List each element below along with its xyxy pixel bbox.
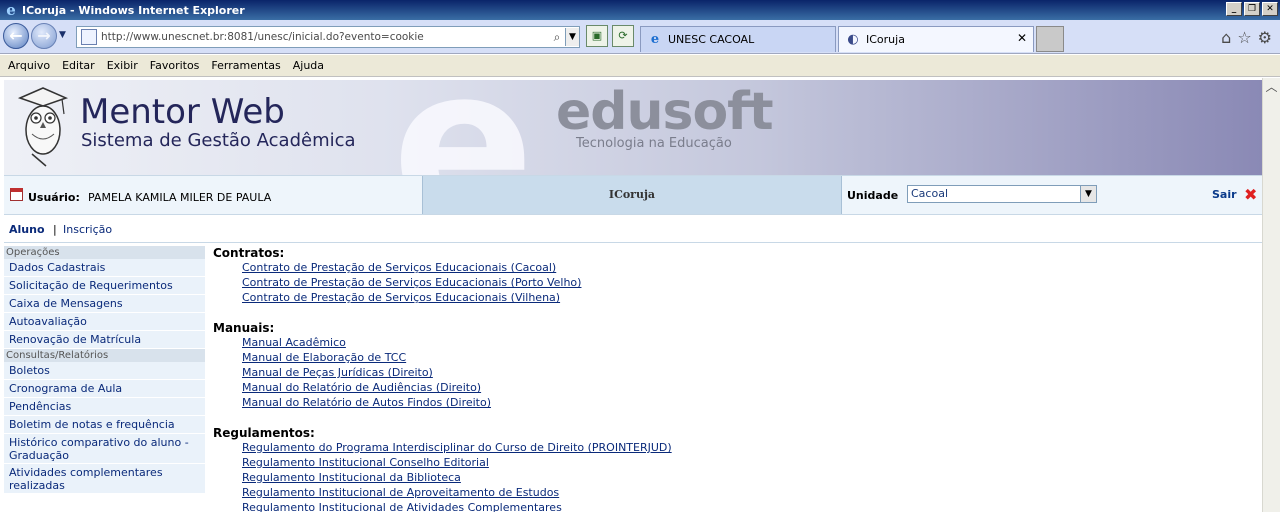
section-manuais: Manuais: Manual Acadêmico Manual de Elab… [213, 321, 1253, 410]
app-subtitle: Sistema de Gestão Acadêmica [81, 130, 356, 151]
compatibility-view-icon[interactable]: ▣ [586, 25, 608, 47]
favorites-star-icon[interactable]: ☆ [1237, 28, 1251, 47]
banner-e-graphic: e [392, 80, 534, 175]
unit-select-value: Cacoal [911, 187, 948, 200]
sidebar-item-boletim[interactable]: Boletim de notas e frequência [4, 416, 205, 434]
tools-gear-icon[interactable]: ⚙ [1258, 28, 1272, 47]
tab-icoruja[interactable]: ◐ ICoruja ✕ [838, 26, 1034, 52]
user-bar: Usuário: PAMELA KAMILA MILER DE PAULA IC… [4, 175, 1262, 215]
sidebar-item-cronograma-aula[interactable]: Cronograma de Aula [4, 380, 205, 398]
document-link[interactable]: Regulamento Institucional de Atividades … [242, 500, 1253, 512]
menu-favoritos[interactable]: Favoritos [144, 59, 206, 72]
document-link[interactable]: Contrato de Prestação de Serviços Educac… [242, 275, 1253, 290]
close-tab-icon[interactable]: ✕ [1017, 31, 1027, 45]
ie-logo-icon: e [6, 1, 16, 19]
document-link[interactable]: Contrato de Prestação de Serviços Educac… [242, 290, 1253, 305]
forward-button[interactable]: → [31, 23, 57, 49]
section-contratos: Contratos: Contrato de Prestação de Serv… [213, 246, 1253, 305]
refresh-icon[interactable]: ⟳ [612, 25, 634, 47]
document-link[interactable]: Manual do Relatório de Audiências (Direi… [242, 380, 1253, 395]
window-title: ICoruja - Windows Internet Explorer [22, 3, 245, 17]
sidebar-menu: Operações Dados Cadastrais Solicitação d… [4, 246, 205, 512]
sidebar-item-autoavaliacao[interactable]: Autoavaliação [4, 313, 205, 331]
chevron-down-icon[interactable]: ▼ [1080, 186, 1096, 202]
document-link[interactable]: Manual Acadêmico [242, 335, 1253, 350]
menu-ajuda[interactable]: Ajuda [287, 59, 330, 72]
logout-x-icon[interactable]: ✖ [1244, 185, 1257, 204]
address-bar[interactable]: http://www.unescnet.br:8081/unesc/inicia… [76, 26, 580, 48]
app-title: Mentor Web [80, 92, 285, 132]
unit-select[interactable]: Cacoal ▼ [907, 185, 1097, 203]
maximize-button[interactable]: ❐ [1244, 2, 1260, 16]
sidebar-item-historico[interactable]: Histórico comparativo do aluno - Graduaç… [4, 434, 205, 464]
tab-unesc-cacoal[interactable]: e UNESC CACOAL [640, 26, 836, 52]
back-button[interactable]: ← [3, 23, 29, 49]
system-name-cell: ICoruja [422, 176, 842, 214]
menu-ferramentas[interactable]: Ferramentas [205, 59, 286, 72]
section-title: Contratos: [213, 246, 285, 260]
sidebar-heading-operacoes: Operações [4, 246, 205, 259]
sidebar-item-caixa-mensagens[interactable]: Caixa de Mensagens [4, 295, 205, 313]
user-name: PAMELA KAMILA MILER DE PAULA [88, 191, 272, 204]
tab-label: UNESC CACOAL [668, 33, 755, 46]
logout-link[interactable]: Sair [1212, 188, 1237, 201]
scroll-up-icon[interactable]: ︿ [1263, 78, 1280, 96]
edusoft-tagline: Tecnologia na Educação [576, 136, 732, 151]
document-link[interactable]: Manual do Relatório de Autos Findos (Dir… [242, 395, 1253, 410]
search-icon[interactable]: ⌕ [549, 30, 565, 45]
sidebar-item-renovacao-matricula[interactable]: Renovação de Matrícula [4, 331, 205, 349]
vertical-scrollbar[interactable]: ︿ [1262, 78, 1280, 512]
window-controls: _ ❐ ✕ [1226, 2, 1278, 16]
document-link[interactable]: Regulamento Institucional de Aproveitame… [242, 485, 1253, 500]
calendar-icon [10, 188, 23, 201]
system-name: ICoruja [608, 188, 656, 201]
sidebar-item-dados-cadastrais[interactable]: Dados Cadastrais [4, 259, 205, 277]
web-page: e Mentor Web Sistema de Gestão Acadêmica… [0, 78, 1262, 512]
address-input[interactable]: http://www.unescnet.br:8081/unesc/inicia… [101, 31, 549, 43]
module-tabs: Aluno | Inscrição [4, 215, 1262, 243]
sidebar-item-boletos[interactable]: Boletos [4, 362, 205, 380]
sidebar-item-solicitacao-requerimentos[interactable]: Solicitação de Requerimentos [4, 277, 205, 295]
ie-tab-icon: e [650, 31, 660, 47]
document-link[interactable]: Regulamento Institucional Conselho Edito… [242, 455, 1253, 470]
header-banner: e Mentor Web Sistema de Gestão Acadêmica… [4, 80, 1262, 175]
window-title-bar: e ICoruja - Windows Internet Explorer _ … [0, 0, 1280, 20]
browser-toolbar: ← → ▼ http://www.unescnet.br:8081/unesc/… [0, 20, 1280, 54]
section-title: Regulamentos: [213, 426, 315, 440]
close-window-button[interactable]: ✕ [1262, 2, 1278, 16]
new-tab-button[interactable] [1036, 26, 1064, 52]
address-dropdown-icon[interactable]: ▼ [565, 28, 579, 46]
browser-right-icons: ⌂ ☆ ⚙ [1221, 28, 1272, 47]
section-regulamentos: Regulamentos: Regulamento do Programa In… [213, 426, 1253, 512]
tab-separator: | [53, 223, 57, 236]
document-link[interactable]: Manual de Elaboração de TCC [242, 350, 1253, 365]
user-label: Usuário: [28, 191, 80, 204]
document-link[interactable]: Regulamento Institucional da Biblioteca [242, 470, 1253, 485]
tab-inscricao[interactable]: Inscrição [63, 223, 112, 236]
menu-exibir[interactable]: Exibir [101, 59, 144, 72]
menu-arquivo[interactable]: Arquivo [2, 59, 56, 72]
sidebar-item-pendencias[interactable]: Pendências [4, 398, 205, 416]
menu-editar[interactable]: Editar [56, 59, 101, 72]
home-icon[interactable]: ⌂ [1221, 28, 1231, 47]
document-link[interactable]: Contrato de Prestação de Serviços Educac… [242, 260, 1253, 275]
tab-aluno[interactable]: Aluno [9, 223, 45, 236]
unit-label: Unidade [847, 189, 899, 202]
main-content: Contratos: Contrato de Prestação de Serv… [213, 246, 1253, 512]
sidebar-heading-consultas: Consultas/Relatórios [4, 349, 205, 362]
sidebar-item-atividades-complementares[interactable]: Atividades complementares realizadas [4, 464, 205, 494]
history-dropdown-icon[interactable]: ▼ [59, 30, 69, 42]
section-title: Manuais: [213, 321, 275, 335]
minimize-button[interactable]: _ [1226, 2, 1242, 16]
menu-bar: Arquivo Editar Exibir Favoritos Ferramen… [0, 55, 1280, 77]
edusoft-logo: edusoft [556, 82, 774, 142]
document-link[interactable]: Manual de Peças Jurídicas (Direito) [242, 365, 1253, 380]
document-link[interactable]: Regulamento do Programa Interdisciplinar… [242, 440, 1253, 455]
tab-page-icon: ◐ [847, 31, 859, 47]
page-icon [81, 29, 97, 45]
tab-label: ICoruja [866, 33, 905, 46]
owl-logo-icon [17, 87, 69, 167]
